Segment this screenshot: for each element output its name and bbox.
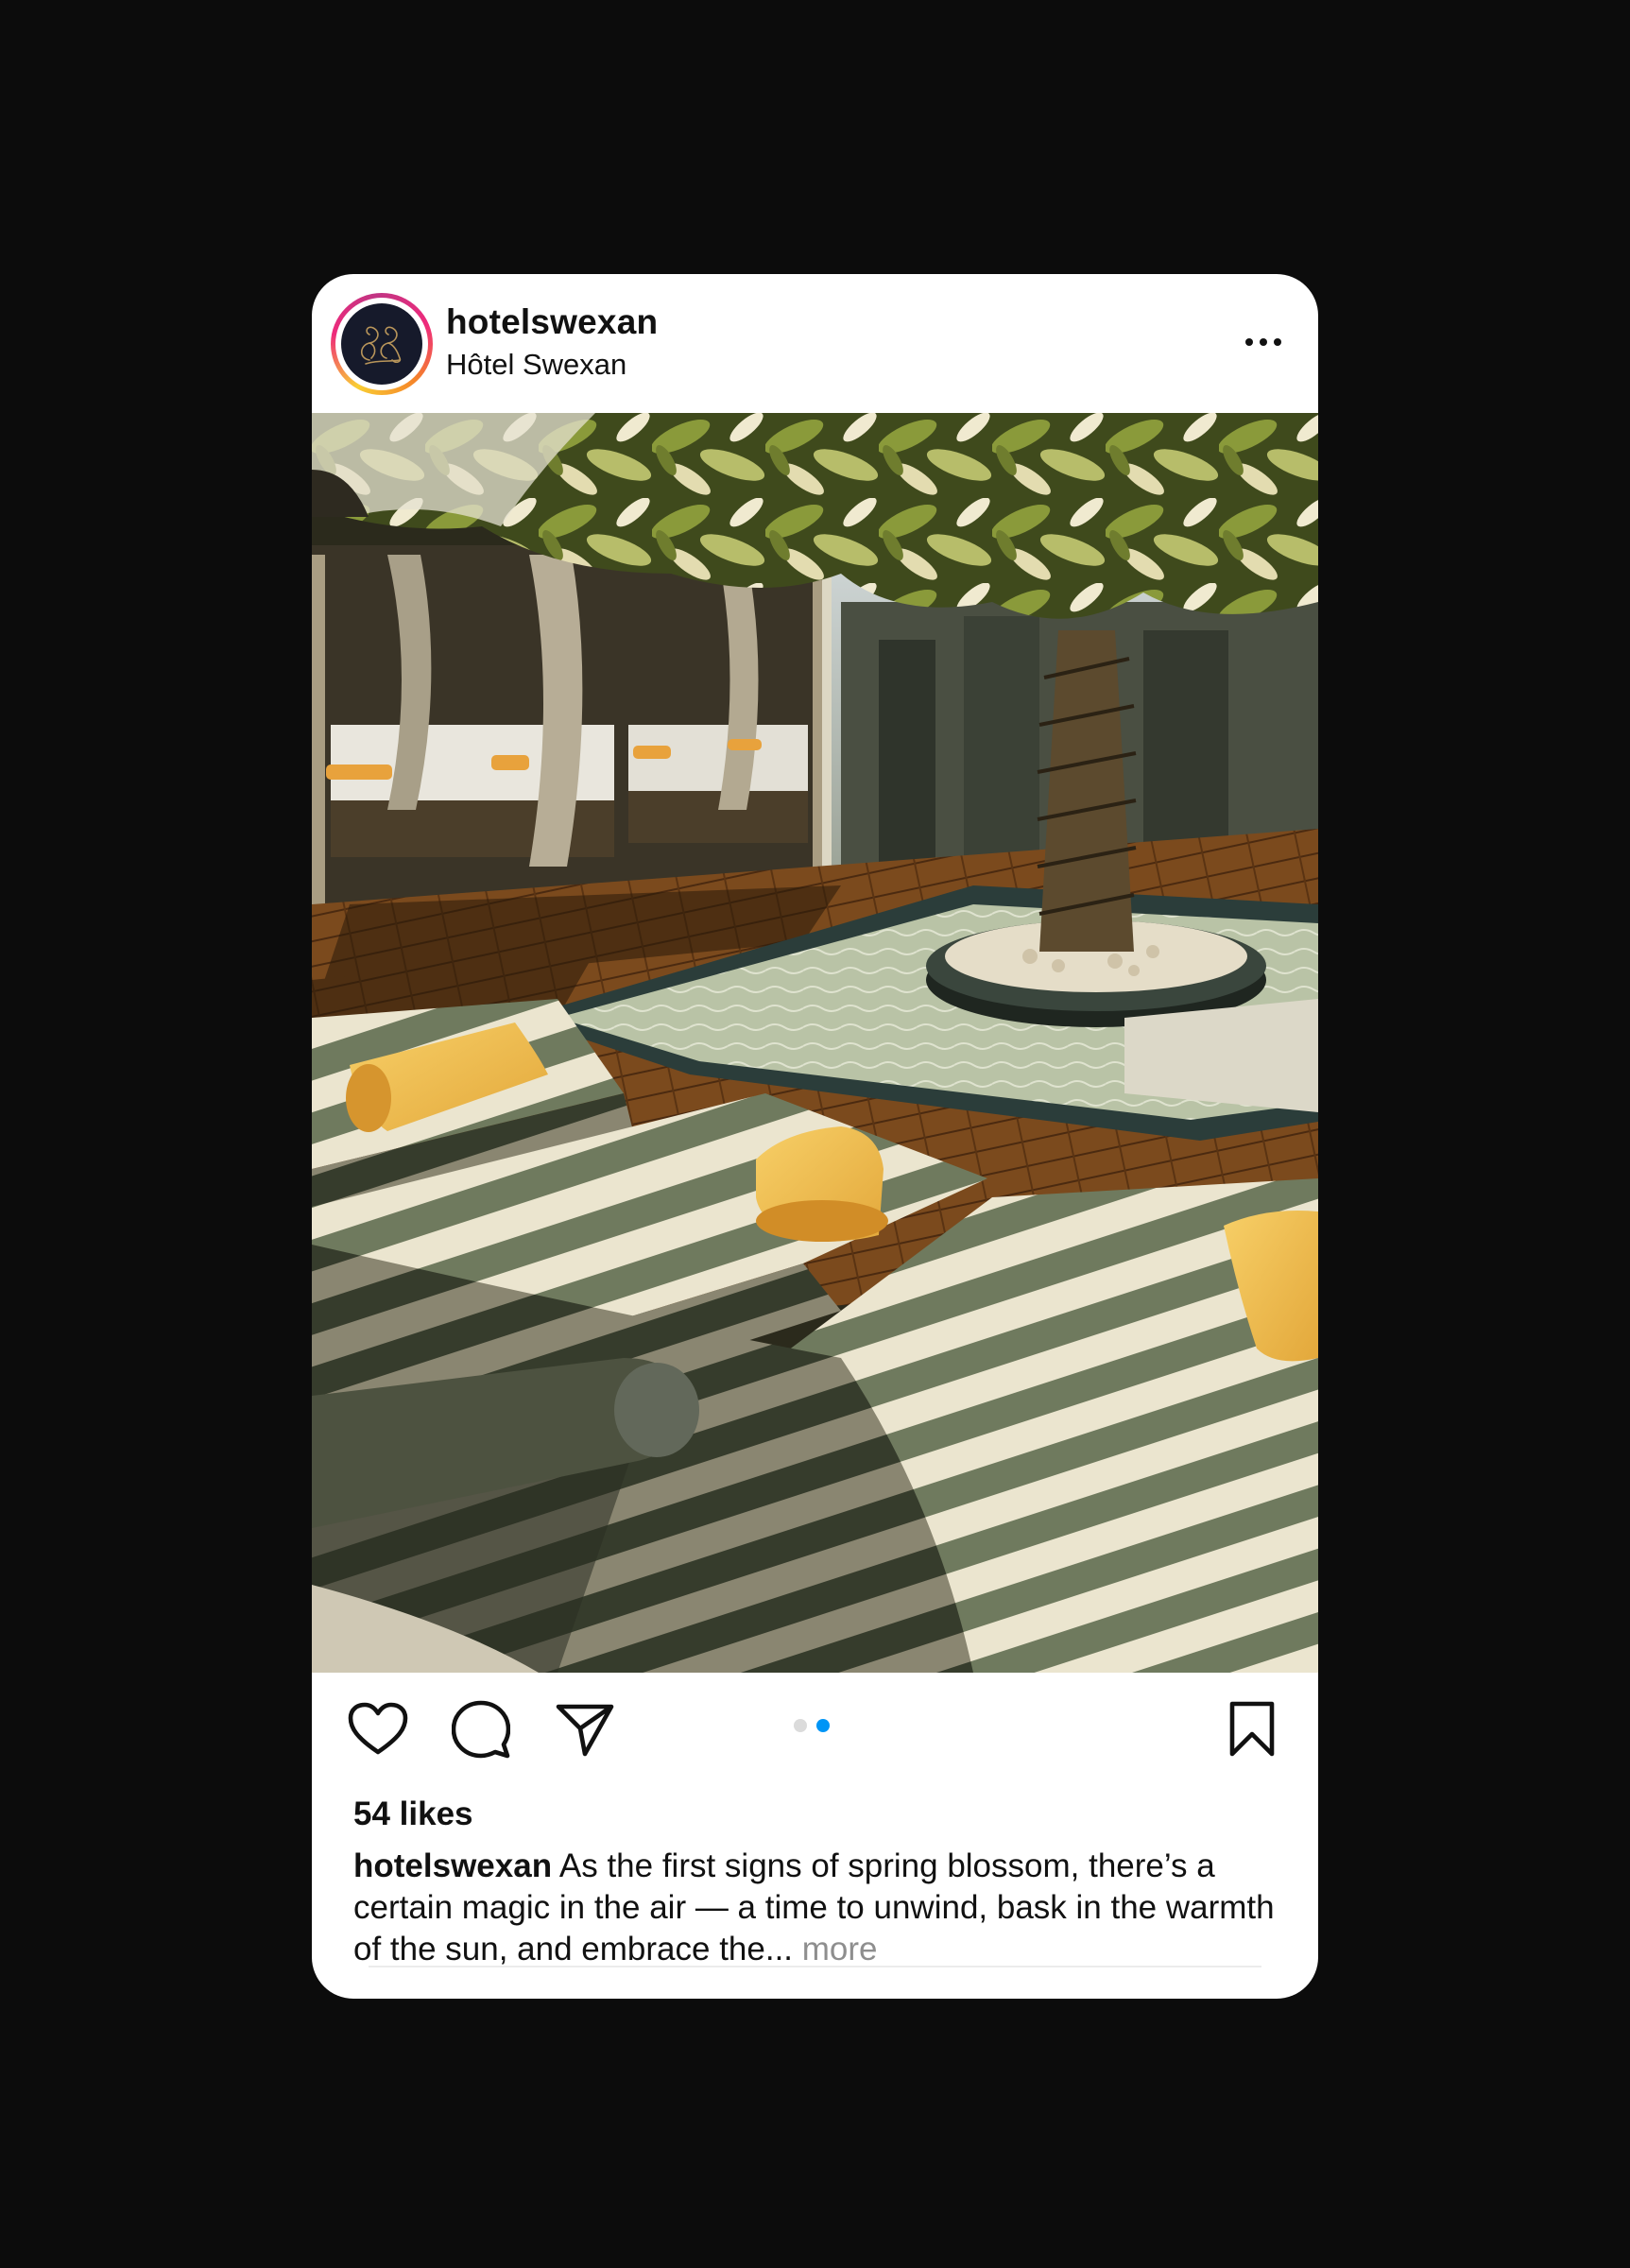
carousel-indicator: [794, 1719, 830, 1732]
share-button[interactable]: [551, 1695, 619, 1763]
send-icon: [556, 1704, 614, 1757]
post-photo[interactable]: [312, 413, 1318, 1673]
bookmark-icon: [1229, 1701, 1275, 1757]
post-location[interactable]: Hôtel Swexan: [446, 348, 626, 382]
save-button[interactable]: [1218, 1695, 1286, 1763]
post-header: hotelswexan Hôtel Swexan: [312, 274, 1318, 413]
divider: [369, 1966, 1261, 1967]
post-username[interactable]: hotelswexan: [446, 302, 658, 342]
heart-icon: [348, 1702, 408, 1755]
likes-count[interactable]: 54 likes: [353, 1796, 473, 1833]
more-options-button[interactable]: [1235, 321, 1292, 363]
monogram-logo: [360, 326, 402, 365]
avatar: [341, 303, 422, 385]
carousel-dot-1: [794, 1719, 807, 1732]
comment-button[interactable]: [447, 1695, 515, 1763]
post-caption: hotelswexan As the first signs of spring…: [353, 1846, 1289, 1970]
story-ring[interactable]: [331, 293, 433, 395]
like-button[interactable]: [344, 1695, 412, 1763]
comment-icon: [452, 1700, 510, 1759]
caption-username[interactable]: hotelswexan: [353, 1847, 552, 1884]
instagram-post-card: hotelswexan Hôtel Swexan 54 likes hotels…: [312, 274, 1318, 1999]
more-horizontal-icon: [1245, 338, 1253, 346]
carousel-dot-2: [816, 1719, 830, 1732]
caption-more-link[interactable]: more: [793, 1931, 878, 1967]
post-action-bar: [312, 1673, 1318, 1796]
